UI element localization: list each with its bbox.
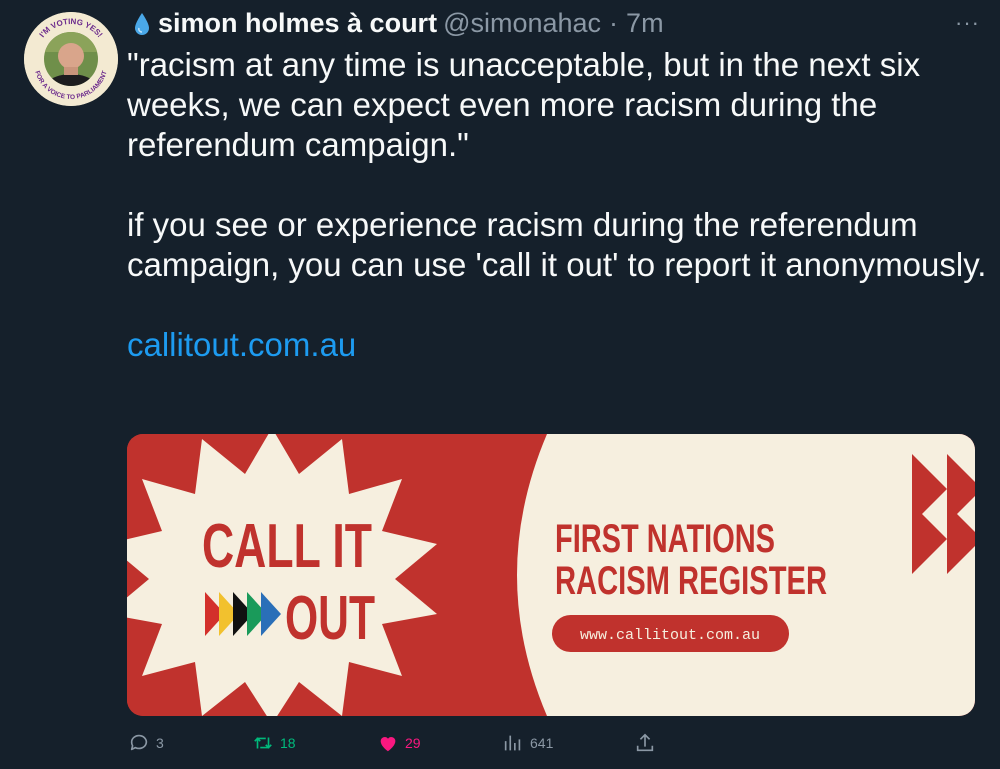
more-icon[interactable]: ··· (955, 10, 980, 36)
card-logo-line1: CALL IT (202, 512, 372, 581)
link-card[interactable]: CALL IT OUT FIRST NATIONS RACISM REGISTE… (127, 434, 975, 716)
author-handle[interactable]: @simonahac (443, 8, 601, 39)
like-count: 29 (405, 735, 421, 751)
retweet-icon (254, 737, 272, 749)
views-icon (504, 735, 521, 751)
tweet-link[interactable]: callitout.com.au (127, 326, 356, 363)
views-count: 641 (530, 735, 554, 751)
share-icon (636, 733, 654, 752)
reply-icon (130, 734, 148, 751)
card-url-text: www.callitout.com.au (580, 627, 760, 644)
tweet-header: simon holmes à court @simonahac · 7m (132, 8, 664, 39)
views-button[interactable]: 641 (502, 732, 553, 754)
tweet-paragraph-1: "racism at any time is unacceptable, but… (127, 46, 921, 163)
card-logo-line2: OUT (285, 584, 375, 653)
tweet-text: "racism at any time is unacceptable, but… (127, 45, 987, 365)
heart-icon (380, 737, 396, 752)
card-headline-line2: RACISM REGISTER (555, 559, 827, 603)
reply-count: 3 (156, 735, 164, 751)
water-drop-icon (135, 12, 149, 35)
tweet-actions: 3 18 29 641 (0, 732, 1000, 762)
card-headline-line1: FIRST NATIONS (555, 517, 775, 561)
tweet-paragraph-2: if you see or experience racism during t… (127, 206, 987, 283)
share-button[interactable] (634, 732, 656, 754)
author-name[interactable]: simon holmes à court (158, 8, 437, 39)
like-button[interactable]: 29 (377, 732, 421, 754)
retweet-button[interactable]: 18 (252, 732, 296, 754)
separator-dot: · (609, 8, 619, 38)
tweet-time[interactable]: 7m (626, 8, 664, 39)
retweet-count: 18 (280, 735, 296, 751)
reply-button[interactable]: 3 (128, 732, 164, 754)
avatar[interactable]: I'M VOTING YES! FOR A VOICE TO PARLIAMEN… (24, 12, 118, 106)
